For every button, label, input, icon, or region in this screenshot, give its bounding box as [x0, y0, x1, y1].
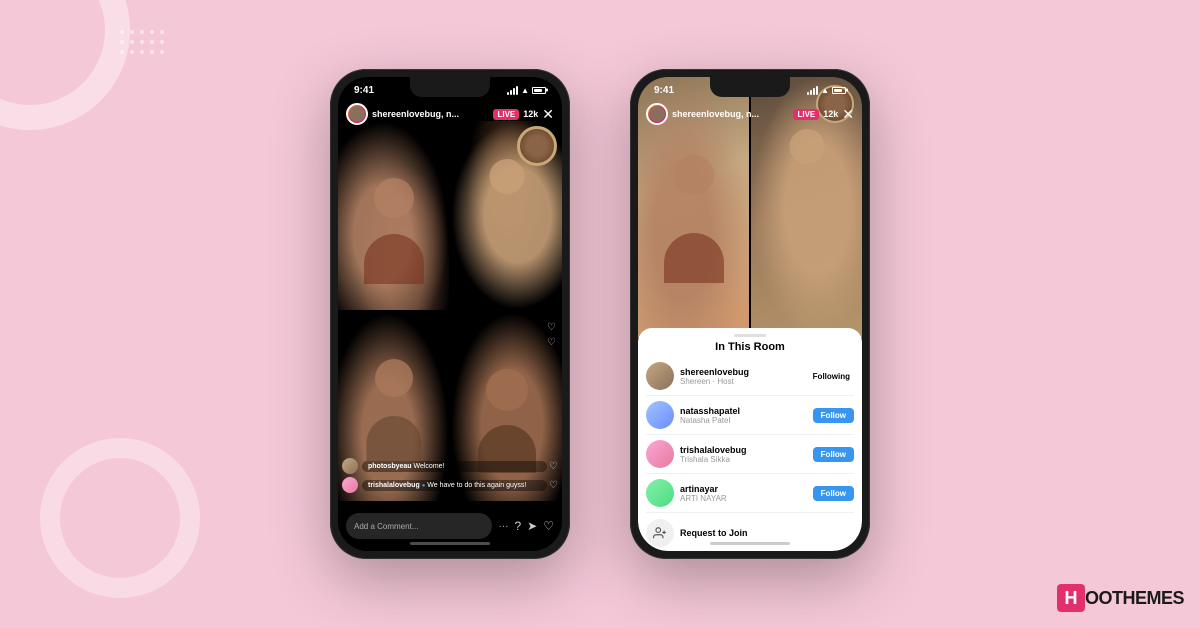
- user-info-2: natasshapatel Natasha Patel: [680, 406, 813, 425]
- wifi-icon-2: ▲: [821, 86, 829, 95]
- close-icon-1[interactable]: ✕: [542, 106, 554, 123]
- sheet-item-3: trishalalovebug Trishala Sikka Follow: [646, 435, 854, 474]
- live-count-2: 12k: [823, 109, 838, 119]
- user-avatar-3: [646, 440, 674, 468]
- user-avatar-1: [646, 362, 674, 390]
- user-subname-3: Trishala Sikka: [680, 455, 813, 464]
- more-button[interactable]: ···: [498, 521, 508, 532]
- video-cell-2: [451, 121, 562, 310]
- live-avatar-1: [346, 103, 368, 125]
- sheet-item-2: natasshapatel Natasha Patel Follow: [646, 396, 854, 435]
- status-icons-2: ▲: [807, 86, 846, 95]
- live-avatar-2: [646, 103, 668, 125]
- live-badge-1: LIVE: [493, 109, 519, 120]
- user-subname-4: ARTI NAYAR: [680, 494, 813, 503]
- battery-icon: [532, 87, 546, 94]
- live-username-1: shereenlovebug, n...: [372, 109, 489, 119]
- comments-overlay: photosbyeau Welcome! ♡ trishalalovebug ●…: [342, 458, 558, 496]
- battery-icon-2: [832, 87, 846, 94]
- live-header-2: shereenlovebug, n... LIVE 12k ✕: [638, 99, 862, 129]
- signal-icon: [507, 86, 518, 95]
- sheet-title: In This Room: [638, 341, 862, 353]
- request-join-item[interactable]: Request to Join: [646, 513, 854, 551]
- following-button-1[interactable]: Following: [809, 370, 854, 383]
- live-badge-2: LIVE: [793, 109, 819, 120]
- live-count-1: 12k: [523, 109, 538, 119]
- user-subname-1: Shereen · Host: [680, 377, 809, 386]
- question-icon[interactable]: ?: [514, 519, 521, 533]
- user-name-2: natasshapatel: [680, 406, 813, 416]
- comment-text-2: trishalalovebug ● We have to do this aga…: [362, 480, 547, 491]
- phone-1-screen: 9:41 ▲ shereenlovebug, n... LIVE: [338, 77, 562, 551]
- user-name-3: trishalalovebug: [680, 445, 813, 455]
- status-time-1: 9:41: [354, 85, 374, 96]
- video-cell-1: [338, 121, 449, 310]
- user-info-4: artinayar ARTI NAYAR: [680, 484, 813, 503]
- send-icon[interactable]: ➤: [527, 519, 537, 533]
- wifi-icon: ▲: [521, 86, 529, 95]
- status-icons-1: ▲: [507, 86, 546, 95]
- sheet-user-list: shereenlovebug Shereen · Host Following …: [638, 357, 862, 551]
- close-icon-2[interactable]: ✕: [842, 106, 854, 123]
- sheet-item-4: artinayar ARTI NAYAR Follow: [646, 474, 854, 513]
- comment-placeholder-1: Add a Comment...: [354, 522, 418, 531]
- main-container: 9:41 ▲ shereenlovebug, n... LIVE: [0, 0, 1200, 628]
- user-subname-2: Natasha Patel: [680, 416, 813, 425]
- comment-text-1: photosbyeau Welcome!: [362, 461, 547, 472]
- comment-2: trishalalovebug ● We have to do this aga…: [342, 477, 558, 493]
- phone-1: 9:41 ▲ shereenlovebug, n... LIVE: [330, 69, 570, 559]
- user-name-4: artinayar: [680, 484, 813, 494]
- phone-2-screen: 9:41 ▲ sher: [638, 77, 862, 551]
- user-info-3: trishalalovebug Trishala Sikka: [680, 445, 813, 464]
- home-indicator-1: [410, 542, 490, 545]
- live-header-1: shereenlovebug, n... LIVE 12k ✕: [338, 99, 562, 129]
- phone2-content: 9:41 ▲ sher: [638, 77, 862, 551]
- user-avatar-4: [646, 479, 674, 507]
- status-time-2: 9:41: [654, 85, 674, 96]
- live-username-2: shereenlovebug, n...: [672, 109, 789, 119]
- signal-icon-2: [807, 86, 818, 95]
- home-indicator-2: [710, 542, 790, 545]
- heart-icon[interactable]: ♡: [543, 519, 554, 533]
- user-avatar-2: [646, 401, 674, 429]
- phone-2: 9:41 ▲ sher: [630, 69, 870, 559]
- notch-2: [710, 77, 790, 97]
- request-join-icon: [646, 519, 674, 547]
- follow-button-3[interactable]: Follow: [813, 447, 854, 462]
- sheet-item-1: shereenlovebug Shereen · Host Following: [646, 357, 854, 396]
- bottom-sheet: In This Room shereenlovebug Shereen · Ho…: [638, 328, 862, 551]
- user-info-1: shereenlovebug Shereen · Host: [680, 367, 809, 386]
- user-name-1: shereenlovebug: [680, 367, 809, 377]
- comment-avatar-1: [342, 458, 358, 474]
- notch-1: [410, 77, 490, 97]
- sheet-handle: [734, 334, 766, 337]
- comment-avatar-2: [342, 477, 358, 493]
- request-join-label[interactable]: Request to Join: [680, 528, 748, 538]
- comment-1: photosbyeau Welcome! ♡: [342, 458, 558, 474]
- follow-button-4[interactable]: Follow: [813, 486, 854, 501]
- video-grid-1: ♡ ♡: [338, 121, 562, 501]
- follow-button-2[interactable]: Follow: [813, 408, 854, 423]
- comment-input-1[interactable]: Add a Comment...: [346, 513, 492, 539]
